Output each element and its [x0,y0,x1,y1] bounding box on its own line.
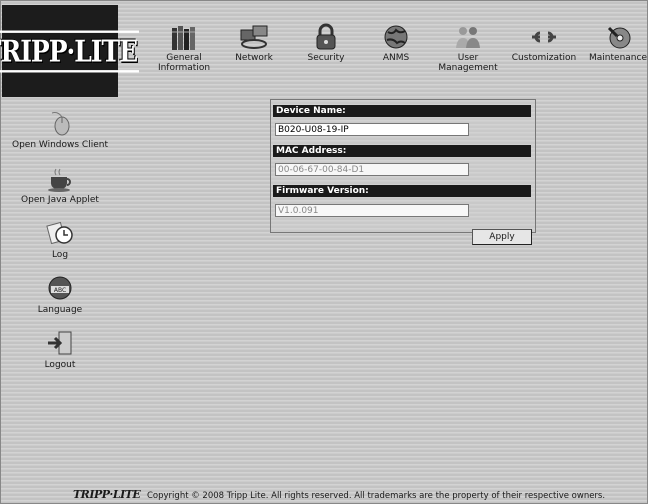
logout-door-icon [48,331,72,355]
sidebar-item-label: Logout [44,360,76,370]
nav-maintenance[interactable]: Maintenance [578,22,648,63]
logo-text: TRIPP·LITE [0,30,140,72]
coffee-cup-icon [48,168,71,192]
firmware-version-field [275,204,469,217]
footer-logo: TRIPP·LITE [73,488,141,501]
clock-icon [46,221,73,245]
apply-button[interactable]: Apply [472,229,532,245]
nav-security[interactable]: Security [286,22,366,63]
nav-anms[interactable]: ANMS [356,22,436,63]
nav-label: Customization [511,53,577,63]
tripp-lite-logo: TRIPP·LITE [0,5,140,97]
wrench-icon [532,31,556,43]
copyright-text: Copyright © 2008 Tripp Lite. All rights … [147,491,606,501]
sidebar-item-open-java-applet[interactable]: Open Java Applet [2,163,118,205]
disk-icon [607,26,631,49]
sidebar-item-open-windows-client[interactable]: Open Windows Client [2,108,118,150]
device-name-heading: Device Name: [273,105,531,117]
language-globe-icon: ABC [48,276,72,300]
nav-customization[interactable]: Customization [504,22,584,63]
sidebar-item-language[interactable]: ABC Language [2,273,118,315]
device-name-input[interactable] [275,123,469,136]
nav-label: User Management [438,53,498,73]
sidebar-item-label: Open Windows Client [12,140,108,150]
footer: TRIPP·LITE Copyright © 2008 Tripp Lite. … [73,488,605,501]
nav-label: Security [307,53,345,63]
nav-label: Network [235,53,273,63]
globe-icon [384,25,408,49]
nav-general-information[interactable]: General Information [144,22,224,73]
sidebar-item-log[interactable]: Log [2,218,118,260]
nav-label: Maintenance [589,53,647,63]
books-icon [172,26,195,50]
nav-user-management[interactable]: User Management [428,22,508,73]
nav-network[interactable]: Network [214,22,294,63]
lock-icon [316,23,336,50]
mac-address-field [275,163,469,176]
sidebar-item-label: Log [51,250,69,260]
network-icon [240,25,268,49]
mouse-icon [51,112,70,136]
device-info-panel: Device Name: MAC Address: Firmware Versi… [270,99,536,233]
firmware-version-heading: Firmware Version: [273,185,531,197]
mac-address-heading: MAC Address: [273,145,531,157]
sidebar-item-label: Language [37,305,83,315]
users-icon [456,27,480,48]
sidebar-item-label: Open Java Applet [21,195,99,205]
svg-text:ABC: ABC [54,287,66,294]
nav-label: ANMS [382,53,410,63]
nav-label: General Information [157,53,211,73]
sidebar-item-logout[interactable]: Logout [2,328,118,370]
